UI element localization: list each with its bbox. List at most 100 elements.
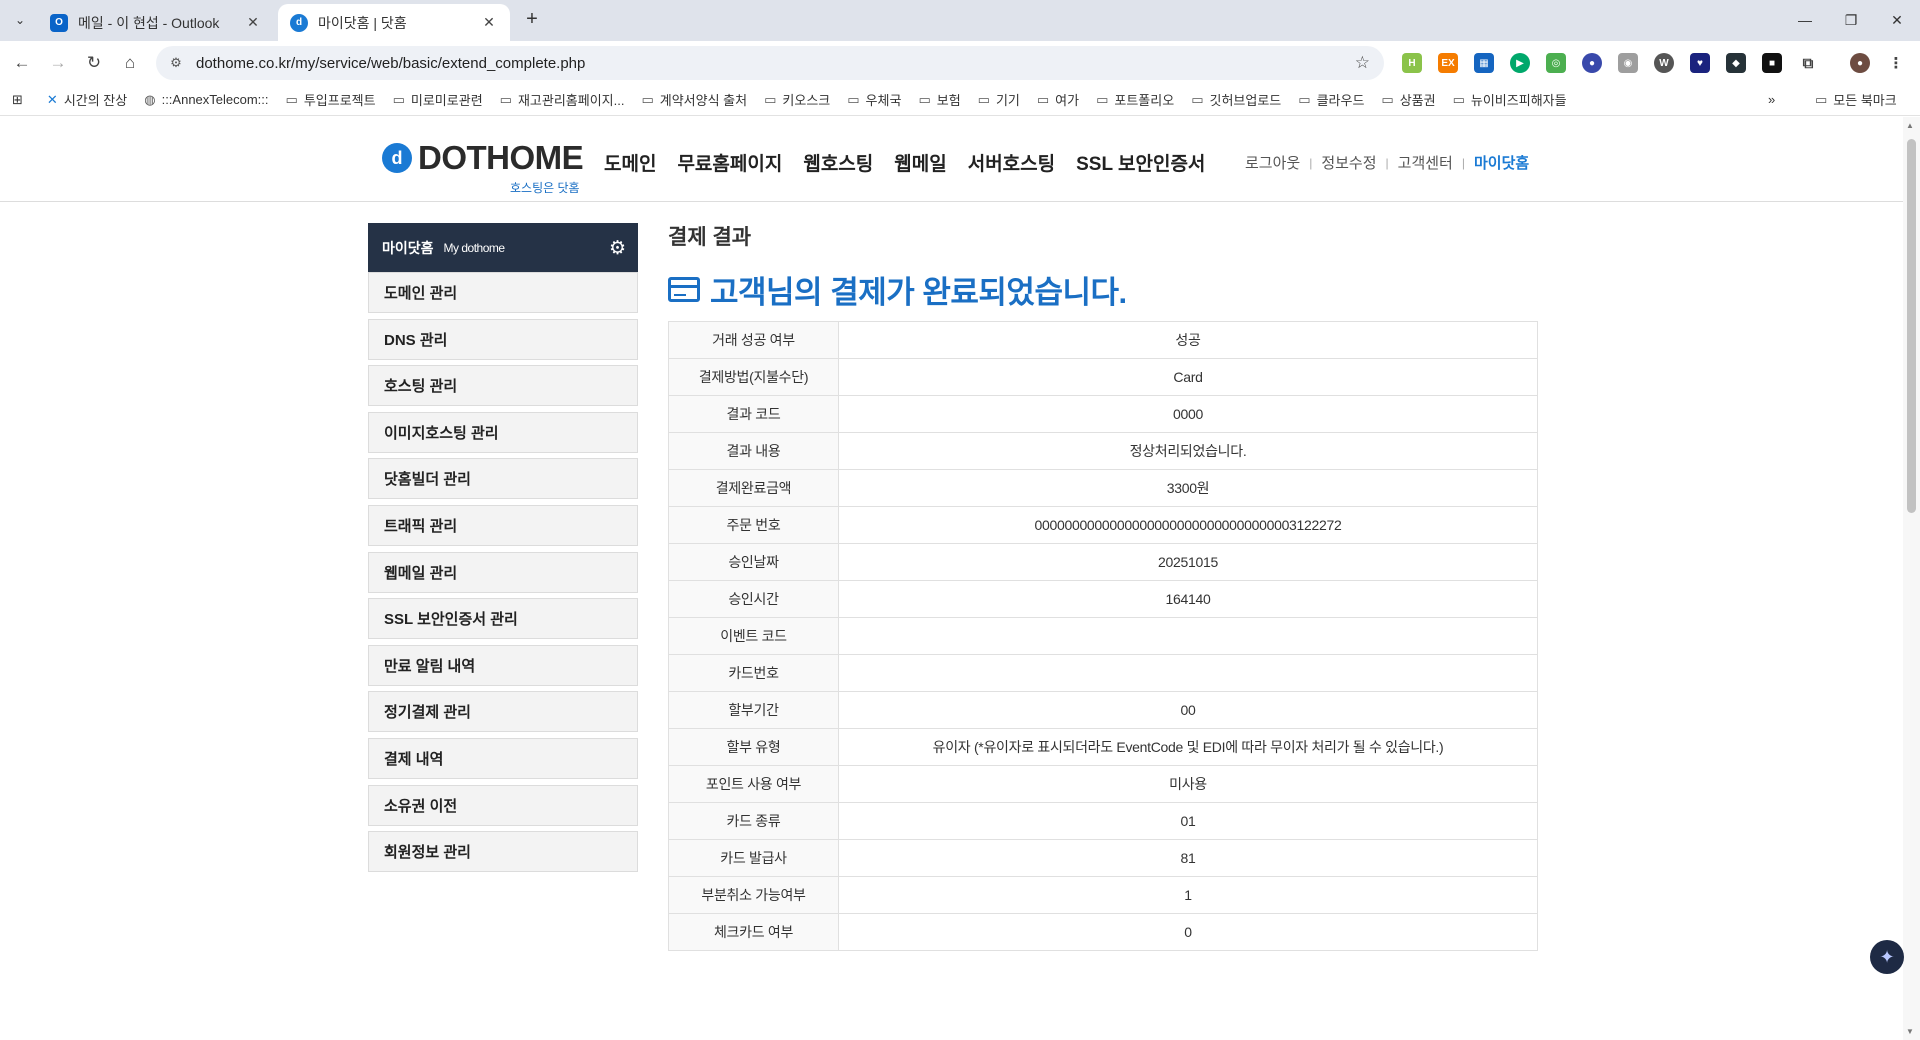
back-button[interactable]: ← bbox=[8, 49, 36, 77]
sidebar-item-ssl[interactable]: SSL 보안인증서 관리 bbox=[368, 598, 638, 640]
tab-outlook[interactable]: O 메일 - 이 현섭 - Outlook ✕ bbox=[38, 4, 274, 41]
assistant-sparkle-button[interactable]: ✦ bbox=[1870, 940, 1904, 974]
scroll-up-icon[interactable]: ▲ bbox=[1906, 121, 1914, 130]
url-text: dothome.co.kr/my/service/web/basic/exten… bbox=[196, 54, 586, 72]
camera-icon[interactable]: ◉ bbox=[1618, 53, 1638, 73]
nav-web-hosting[interactable]: 웹호스팅 bbox=[803, 149, 873, 176]
nav-domain[interactable]: 도메인 bbox=[604, 149, 656, 176]
sidebar-item-image-hosting[interactable]: 이미지호스팅 관리 bbox=[368, 411, 638, 453]
bookmark-item[interactable]: ✕ 시간의 잔상 bbox=[47, 90, 127, 109]
nav-server-hosting[interactable]: 서버호스팅 bbox=[968, 149, 1055, 176]
menu-icon[interactable]: ⋮ bbox=[1886, 53, 1906, 73]
bookmark-item[interactable]: ▭ 상품권 bbox=[1381, 90, 1435, 109]
bookmark-star-icon[interactable]: ☆ bbox=[1355, 53, 1370, 73]
row-value: 0000000000000000000000000000000000312227… bbox=[838, 506, 1538, 544]
bookmark-item[interactable]: ▭ 보험 bbox=[918, 90, 960, 109]
bookmark-item[interactable]: ▭ 기기 bbox=[978, 90, 1020, 109]
sidebar-item-member-info[interactable]: 회원정보 관리 bbox=[368, 831, 638, 873]
extension-icon[interactable]: EX bbox=[1438, 53, 1458, 73]
sidebar-item-ownership-transfer[interactable]: 소유권 이전 bbox=[368, 784, 638, 826]
bookmark-item[interactable]: ▭ 포트폴리오 bbox=[1096, 90, 1174, 109]
folder-icon: ▭ bbox=[499, 91, 512, 107]
bookmark-item[interactable]: ▭ 재고관리홈페이지... bbox=[500, 90, 625, 109]
row-label: 결제완료금액 bbox=[668, 469, 839, 507]
logout-link[interactable]: 로그아웃 bbox=[1245, 152, 1300, 173]
bookmark-item[interactable]: ◍:::AnnexTelecom::: bbox=[144, 92, 268, 108]
table-row: 결제완료금액 3300원 bbox=[668, 469, 1538, 507]
forward-button[interactable]: → bbox=[44, 49, 72, 77]
bookmark-item[interactable]: ▭ 키오스크 bbox=[764, 90, 830, 109]
all-bookmarks[interactable]: ▭ 모든 북마크 bbox=[1815, 90, 1897, 109]
bookmark-item[interactable]: ▭ 깃허브업로드 bbox=[1191, 90, 1281, 109]
tab-title: 메일 - 이 현섭 - Outlook bbox=[78, 14, 220, 31]
site-logo[interactable]: d DOTHOME 호스팅은 닷홈 bbox=[382, 139, 584, 195]
tab-search-button[interactable]: ⌄ bbox=[8, 8, 32, 32]
extension-icon[interactable]: W bbox=[1654, 53, 1674, 73]
folder-icon: ▭ bbox=[918, 91, 931, 107]
close-icon[interactable]: ✕ bbox=[244, 14, 262, 31]
new-tab-button[interactable]: + bbox=[520, 8, 544, 32]
customer-center-link[interactable]: 고객센터 bbox=[1398, 152, 1453, 173]
table-row: 결제방법(지불수단) Card bbox=[668, 358, 1538, 396]
gear-icon[interactable]: ⚙ bbox=[609, 237, 626, 260]
bookmark-item[interactable]: ▭ 뉴이비즈피해자들 bbox=[1453, 90, 1567, 109]
restore-button[interactable]: ❐ bbox=[1828, 0, 1874, 40]
tab-dothome[interactable]: d 마이닷홈 | 닷홈 ✕ bbox=[278, 4, 510, 41]
sidebar-item-hosting[interactable]: 호스팅 관리 bbox=[368, 365, 638, 407]
sidebar-item-expiry-alerts[interactable]: 만료 알림 내역 bbox=[368, 644, 638, 686]
nav-webmail[interactable]: 웹메일 bbox=[894, 149, 946, 176]
extension-icon[interactable]: ◆ bbox=[1726, 53, 1746, 73]
bookmark-label: 계약서양식 출처 bbox=[659, 93, 748, 108]
page-scrollbar[interactable]: ▲ ▼ bbox=[1903, 117, 1920, 1040]
sidebar: 마이닷홈 My dothome ⚙ 도메인 관리 DNS 관리 호스팅 관리 이… bbox=[368, 223, 638, 873]
sidebar-item-webmail[interactable]: 웹메일 관리 bbox=[368, 551, 638, 593]
row-value: 0 bbox=[838, 913, 1538, 951]
site-info-icon[interactable]: ⚙ bbox=[162, 55, 190, 71]
bookmark-item[interactable]: ▭ 계약서양식 출처 bbox=[641, 90, 747, 109]
sidebar-header: 마이닷홈 My dothome ⚙ bbox=[368, 223, 638, 272]
nav-free-homepage[interactable]: 무료홈페이지 bbox=[677, 149, 782, 176]
more-bookmarks-icon[interactable]: » bbox=[1768, 92, 1775, 107]
sidebar-item-traffic[interactable]: 트래픽 관리 bbox=[368, 504, 638, 546]
sidebar-item-recurring-payment[interactable]: 정기결제 관리 bbox=[368, 691, 638, 733]
close-icon[interactable]: ✕ bbox=[480, 14, 498, 31]
sidebar-item-builder[interactable]: 닷홈빌더 관리 bbox=[368, 458, 638, 500]
bookmark-item[interactable]: ▭ 미로미로관련 bbox=[393, 90, 483, 109]
sidebar-item-payment-history[interactable]: 결제 내역 bbox=[368, 737, 638, 779]
row-value: 1 bbox=[838, 876, 1538, 914]
extension-icon[interactable]: ▶ bbox=[1510, 53, 1530, 73]
folder-icon: ▭ bbox=[641, 91, 654, 107]
home-button[interactable]: ⌂ bbox=[116, 49, 144, 77]
extension-icon[interactable]: ■ bbox=[1762, 53, 1782, 73]
extension-icon[interactable]: ● bbox=[1582, 53, 1602, 73]
bookmark-item[interactable]: ▭ 투입프로젝트 bbox=[286, 90, 376, 109]
minimize-button[interactable]: — bbox=[1782, 0, 1828, 40]
row-value: 3300원 bbox=[838, 469, 1538, 507]
bookmark-item[interactable]: ▭ 여가 bbox=[1037, 90, 1079, 109]
scroll-down-icon[interactable]: ▼ bbox=[1906, 1027, 1914, 1036]
table-row: 거래 성공 여부 성공 bbox=[668, 321, 1538, 359]
avatar[interactable]: ● bbox=[1850, 53, 1870, 73]
apps-icon[interactable]: ⊞ bbox=[12, 92, 23, 108]
bookmark-item[interactable]: ▭ 우체국 bbox=[847, 90, 901, 109]
reload-button[interactable]: ↻ bbox=[80, 49, 108, 77]
bookmark-label: 미로미로관련 bbox=[410, 93, 483, 108]
logo-text: DOTHOME bbox=[418, 139, 584, 176]
extension-icon[interactable]: ♥ bbox=[1690, 53, 1710, 73]
extensions-puzzle-icon[interactable]: ⧉ bbox=[1798, 53, 1818, 73]
nav-ssl[interactable]: SSL 보안인증서 bbox=[1076, 149, 1205, 176]
extension-icon[interactable]: H bbox=[1402, 53, 1422, 73]
sidebar-item-domain[interactable]: 도메인 관리 bbox=[368, 272, 638, 313]
main-content: 결제 결과 고객님의 결제가 완료되었습니다. 거래 성공 여부 성공 결제방법(지… bbox=[668, 221, 1538, 951]
window-close-button[interactable]: ✕ bbox=[1874, 0, 1920, 40]
address-bar[interactable]: ⚙ dothome.co.kr/my/service/web/basic/ext… bbox=[156, 46, 1384, 80]
sidebar-item-dns[interactable]: DNS 관리 bbox=[368, 318, 638, 360]
my-dothome-link[interactable]: 마이닷홈 bbox=[1474, 152, 1529, 173]
scrollbar-thumb[interactable] bbox=[1907, 139, 1916, 513]
edit-info-link[interactable]: 정보수정 bbox=[1321, 152, 1376, 173]
sidebar-title: 마이닷홈 bbox=[382, 239, 434, 256]
credit-card-icon bbox=[668, 277, 700, 302]
bookmark-item[interactable]: ▭ 클라우드 bbox=[1298, 90, 1364, 109]
extension-icon[interactable]: ◎ bbox=[1546, 53, 1566, 73]
extension-icon[interactable]: ▦ bbox=[1474, 53, 1494, 73]
